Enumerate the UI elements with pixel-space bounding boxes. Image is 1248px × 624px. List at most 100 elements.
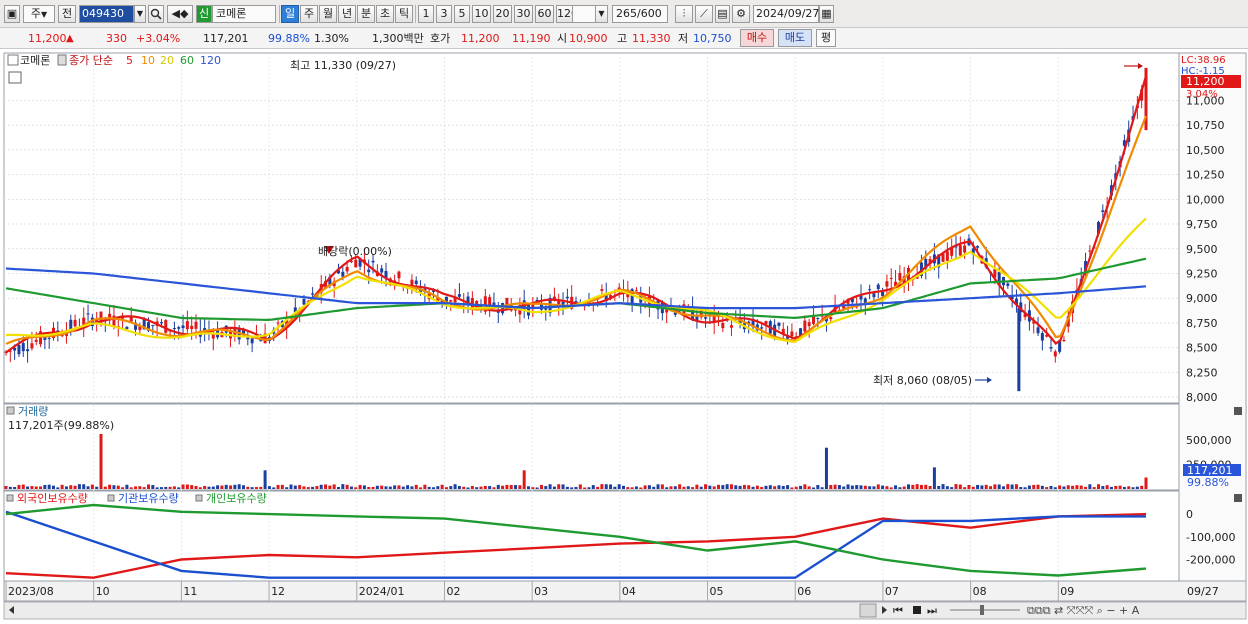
volume-bar xyxy=(1032,484,1036,489)
period-type-select[interactable]: 주▼ xyxy=(23,5,55,23)
volume-bar xyxy=(362,485,366,489)
draw-line-icon[interactable]: ⟋ xyxy=(695,5,713,23)
interval-dropdown-icon[interactable]: ▼ xyxy=(595,5,608,23)
gear-icon[interactable]: ⚙ xyxy=(732,5,750,23)
stock-code-input[interactable]: 049430 xyxy=(79,5,134,23)
volume-bar xyxy=(237,484,241,489)
table-icon[interactable] xyxy=(8,71,22,84)
volume-bar xyxy=(311,486,315,489)
volume-bar xyxy=(1135,486,1139,489)
save-icon[interactable]: ▤ xyxy=(715,5,730,23)
calendar-icon[interactable]: ▦ xyxy=(819,5,834,23)
tools-icon[interactable]: ⧉⧉⧉ ⇄ ⤧⤧⤧ ⌕ − + A xyxy=(1027,604,1140,617)
rewind-icon[interactable]: ⏮ xyxy=(893,604,903,617)
evaluate-button[interactable]: 평 xyxy=(816,29,836,47)
volume-bar xyxy=(99,433,103,489)
volume-bar xyxy=(423,484,427,489)
volume-bar xyxy=(997,484,1001,489)
layout-icon[interactable]: ▣ xyxy=(4,5,20,23)
prev-button[interactable]: 전 xyxy=(58,5,76,23)
forward-icon[interactable]: ⏭ xyxy=(927,604,937,617)
period-button-5[interactable]: 초 xyxy=(376,5,394,23)
code-dropdown-icon[interactable]: ▼ xyxy=(134,5,146,23)
volume-bar xyxy=(470,485,474,489)
volume-bar xyxy=(647,485,651,489)
volume-bar xyxy=(846,484,850,489)
volume-bar xyxy=(1058,485,1062,489)
period-button-3[interactable]: 년 xyxy=(338,5,356,23)
interval-button-1[interactable]: 1 xyxy=(418,5,434,23)
price-tick-label: 10,750 xyxy=(1186,119,1225,132)
x-tick-label: 07 xyxy=(885,585,899,598)
volume-bar xyxy=(699,486,703,489)
stock-chart[interactable]: 11,00010,75010,50010,25010,0009,7509,500… xyxy=(0,50,1248,621)
volume-bar xyxy=(449,486,453,489)
stop-icon[interactable] xyxy=(913,606,921,614)
volume-bar xyxy=(453,484,457,489)
volume-bar xyxy=(349,486,353,489)
speaker-icon[interactable]: ◀◆ xyxy=(167,5,193,23)
indicator-toggle-icon[interactable] xyxy=(7,54,19,66)
interval-button-5[interactable]: 5 xyxy=(454,5,470,23)
current-pct-value: 3.04% xyxy=(1186,89,1218,100)
holdings-toggle-icon[interactable] xyxy=(6,494,14,502)
interval-button-20[interactable]: 20 xyxy=(493,5,512,23)
volume-bar xyxy=(850,485,854,489)
volume-bar xyxy=(1036,484,1040,489)
candle-body xyxy=(354,259,358,268)
volume-bar xyxy=(371,486,375,489)
zoom-slider-handle[interactable] xyxy=(980,605,984,615)
volume-bar xyxy=(812,487,815,489)
period-button-4[interactable]: 분 xyxy=(357,5,375,23)
interval-button-3[interactable]: 3 xyxy=(436,5,452,23)
volume-bar xyxy=(492,487,496,489)
candle-body xyxy=(345,266,349,272)
volume-toggle-icon[interactable] xyxy=(6,406,15,415)
interval-button-60[interactable]: 60 xyxy=(535,5,554,23)
candle-body xyxy=(760,327,764,329)
period-button-1[interactable]: 주 xyxy=(300,5,318,23)
interval-button-10[interactable]: 10 xyxy=(472,5,491,23)
volume-bar xyxy=(781,485,785,489)
stock-name-field[interactable]: 코메론 xyxy=(212,5,276,23)
ma-toggle-icon[interactable] xyxy=(57,54,67,66)
volume-close-icon[interactable] xyxy=(1234,407,1242,415)
candle-body xyxy=(414,280,418,285)
volume-bar xyxy=(155,487,159,489)
volume-bar xyxy=(112,485,116,489)
interval-button-30[interactable]: 30 xyxy=(514,5,533,23)
candle-body xyxy=(397,271,401,279)
buy-button[interactable]: 매수 xyxy=(740,29,774,47)
lc-label: LC:38.96 xyxy=(1181,55,1226,66)
scroll-thumb[interactable] xyxy=(859,603,877,618)
candle-body xyxy=(47,337,51,339)
data-count-field[interactable]: 265/600 xyxy=(612,5,668,23)
volume-bar xyxy=(380,485,384,489)
volume-bar xyxy=(941,484,945,489)
volume-bar xyxy=(108,484,112,489)
volume-bar xyxy=(345,484,349,489)
price-panel xyxy=(3,52,1180,404)
candle-icon[interactable]: ⫶ xyxy=(675,5,693,23)
institution-toggle-icon[interactable] xyxy=(107,494,115,502)
period-button-0[interactable]: 일 xyxy=(281,5,299,23)
volume-bar xyxy=(751,486,755,489)
search-icon[interactable] xyxy=(148,5,164,23)
volume-bar xyxy=(911,484,915,489)
candle-body xyxy=(729,325,733,328)
volume-bar xyxy=(976,484,980,489)
period-button-6[interactable]: 틱 xyxy=(395,5,413,23)
volume-bar xyxy=(609,484,613,489)
sell-button[interactable]: 매도 xyxy=(778,29,812,47)
price-tick-label: 9,500 xyxy=(1186,243,1218,256)
candle-body xyxy=(457,294,461,297)
volume-bar xyxy=(8,486,12,489)
date-input[interactable]: 2024/09/27 xyxy=(753,5,819,23)
volume-bar xyxy=(777,485,781,489)
individual-toggle-icon[interactable] xyxy=(195,494,203,502)
holdings-close-icon[interactable] xyxy=(1234,494,1242,502)
volume-bar xyxy=(984,484,988,489)
period-button-2[interactable]: 월 xyxy=(319,5,337,23)
volume-bar xyxy=(17,484,21,489)
candle-body xyxy=(177,327,181,329)
